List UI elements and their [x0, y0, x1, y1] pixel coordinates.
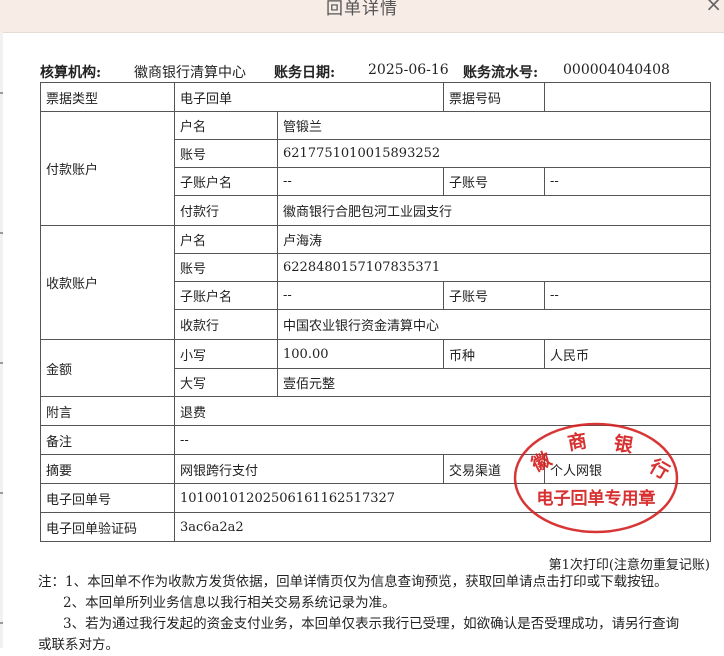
table-row: 付款账户 户名 管锻兰 [40, 111, 712, 226]
doc-number-label: 票据号码 [443, 82, 546, 112]
stamp-char-1: 徽 [527, 447, 556, 477]
amount-small-value: 100.00 [276, 339, 445, 369]
close-icon[interactable]: × [705, 0, 722, 16]
receipt-content: 核算机构: 徽商银行清算中心 账务日期: 2025-06-16 账务流水号: 0… [0, 32, 724, 653]
payer-sub-no-label: 子账号 [443, 167, 546, 196]
payee-bank-label: 收款行 [174, 309, 278, 340]
amount-big-value: 壹佰元整 [276, 368, 712, 397]
payer-name-label: 户名 [174, 111, 278, 140]
payer-sub-name-value: -- [276, 167, 445, 196]
payer-sub-no-value: -- [544, 167, 712, 196]
stamp-char-4: 行 [645, 454, 674, 484]
stamp-bottom-text: 电子回单专用章 [537, 488, 656, 509]
serial-label: 账务流水号: [463, 65, 539, 81]
currency-value: 人民币 [544, 339, 712, 369]
receipt-no-label: 电子回单号 [40, 483, 175, 513]
date-label: 账务日期: [274, 65, 336, 81]
payee-name-value: 卢海涛 [276, 225, 712, 254]
note-line-4: 或联系对方。 [38, 637, 119, 653]
payer-sub-name-label: 子账户名 [174, 167, 278, 196]
payer-section-label: 付款账户 [40, 111, 175, 226]
table-row: 票据类型 电子回单 票据号码 [40, 82, 712, 112]
payer-bank-value: 徽商银行合肥包河工业园支行 [276, 195, 712, 226]
stamp-char-3: 银 [612, 431, 636, 457]
dialog-title: 回单详情 [326, 0, 398, 19]
amount-small-label: 小写 [174, 339, 278, 369]
table-row: 收款账户 户名 卢海涛 [40, 225, 712, 340]
payee-sub-no-value: -- [544, 281, 712, 310]
note-line-2: 2、本回单所列业务信息以我行相关交易系统记录为准。 [63, 595, 396, 611]
official-seal-stamp: 徽 商 银 行 电子回单专用章 [513, 422, 679, 534]
payee-section-label: 收款账户 [40, 225, 175, 340]
summary-label: 摘要 [40, 454, 175, 484]
date-value: 2025-06-16 [368, 62, 449, 78]
payee-name-label: 户名 [174, 225, 278, 254]
payer-account-value: 6217751010015893252 [276, 139, 712, 168]
payer-bank-label: 付款行 [174, 195, 278, 226]
stamp-char-2: 商 [566, 429, 589, 455]
table-row: 金额 小写 100.00 币种 人民币 [40, 339, 712, 397]
org-value: 徽商银行清算中心 [134, 65, 246, 81]
payer-account-label: 账号 [174, 139, 278, 168]
note-line-3: 3、若为通过我行发起的资金支付业务，本回单仅表示我行已受理，如欲确认是否受理成功… [63, 616, 680, 632]
doc-number-value [544, 82, 712, 112]
payee-sub-name-value: -- [276, 281, 445, 310]
org-label: 核算机构: [40, 65, 102, 81]
receipt-header: 核算机构: 徽商银行清算中心 账务日期: 2025-06-16 账务流水号: 0… [40, 60, 710, 83]
doc-type-value: 电子回单 [173, 82, 445, 112]
payer-name-value: 管锻兰 [276, 111, 712, 140]
currency-label: 币种 [443, 339, 546, 369]
payee-sub-name-label: 子账户名 [174, 281, 278, 310]
print-count-info: 第1次打印(注意勿重复记账) [548, 558, 710, 573]
verify-code-label: 电子回单验证码 [40, 512, 175, 542]
amount-section-label: 金额 [40, 339, 175, 397]
payee-account-value: 6228480157107835371 [276, 253, 712, 282]
serial-value: 000004040408 [563, 62, 670, 78]
note-line-1: 注：1、本回单不作为收款方发货依据，回单详情页仅为信息查询预览，获取回单请点击打… [38, 574, 668, 590]
payee-bank-value: 中国农业银行资金清算中心 [276, 309, 712, 340]
dialog-titlebar: 回单详情 × [0, 0, 724, 33]
amount-big-label: 大写 [174, 368, 278, 397]
payee-sub-no-label: 子账号 [443, 281, 546, 310]
doc-type-label: 票据类型 [40, 82, 175, 112]
payee-account-label: 账号 [174, 253, 278, 282]
summary-value: 网银跨行支付 [173, 454, 445, 484]
remark-label: 备注 [40, 425, 175, 455]
postscript-label: 附言 [40, 396, 175, 426]
notes-section: 注：1、本回单不作为收款方发货依据，回单详情页仅为信息查询预览，获取回单请点击打… [38, 572, 710, 656]
